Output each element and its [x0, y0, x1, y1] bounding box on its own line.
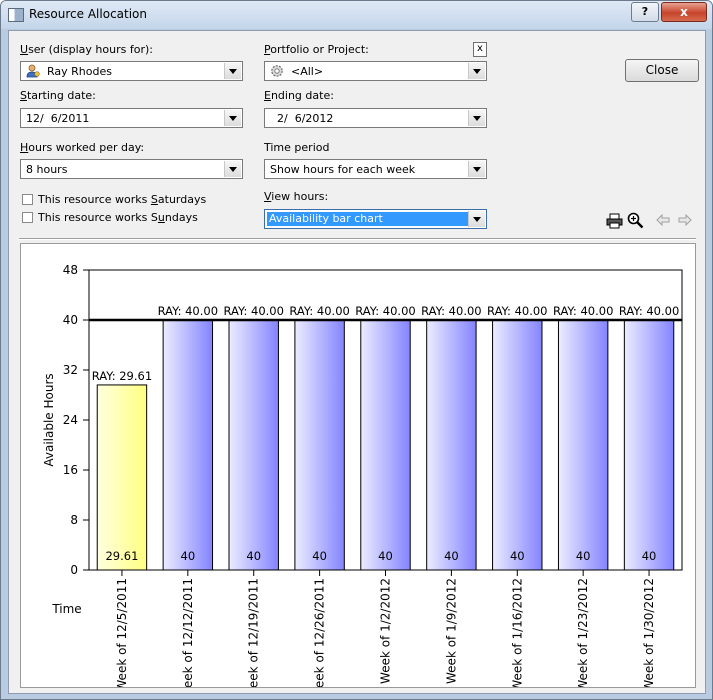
chevron-down-icon[interactable] [468, 211, 485, 227]
resource-allocation-window: Resource Allocation ? x User (display ho… [0, 0, 713, 700]
x-tick-label: Week of 12/19/2011 [247, 578, 261, 687]
y-tick-label: 24 [63, 413, 78, 427]
y-tick-label: 32 [63, 363, 78, 377]
bar [360, 319, 411, 571]
chevron-down-icon[interactable] [224, 63, 241, 79]
bar-value-label: 29.61 [105, 549, 138, 563]
hours-per-day-label: Hours worked per day: [20, 141, 145, 154]
separator [19, 238, 696, 240]
saturdays-label: This resource works Saturdays [38, 193, 207, 206]
view-hours-label: View hours: [264, 190, 329, 203]
chevron-down-icon[interactable] [468, 63, 485, 79]
bar-top-label: RAY: 40.00 [619, 304, 679, 318]
bar-value-label: 40 [444, 549, 459, 563]
y-tick-label: 8 [70, 513, 78, 527]
bar-top-label: RAY: 40.00 [421, 304, 481, 318]
bar-value-label: 40 [246, 549, 261, 563]
availability-chart-panel: 0 8 16 24 32 40 48 RAY: 29.61 29.61 Week of 12/5/… [20, 243, 696, 699]
bar-value-label: 40 [181, 549, 196, 563]
bar-value-label: 40 [642, 549, 657, 563]
bar-value-label: 40 [510, 549, 525, 563]
bar [623, 319, 675, 571]
window-close-button[interactable]: x [661, 2, 707, 22]
chevron-down-icon[interactable] [468, 110, 485, 126]
user-label: User (display hours for): [20, 43, 153, 56]
x-tick-label: Week of 1/16/2012 [510, 578, 524, 687]
x-tick-label: Week of 12/12/2011 [181, 578, 195, 687]
x-axis-title: Time [51, 602, 81, 616]
zoom-icon[interactable] [627, 212, 644, 233]
chevron-down-icon[interactable] [224, 110, 241, 126]
bar-top-label: RAY: 29.61 [92, 369, 152, 383]
x-tick-label: Week of 1/9/2012 [444, 578, 458, 684]
title-bar[interactable]: Resource Allocation ? x [1, 1, 712, 29]
bar [426, 319, 477, 571]
bar [492, 319, 543, 571]
help-button[interactable]: ? [631, 2, 659, 22]
sundays-label: This resource works Sundays [38, 211, 198, 224]
availability-bar-chart: 0 8 16 24 32 40 48 RAY: 29.61 29.61 Week of 12/5/… [42, 263, 683, 699]
view-hours-select[interactable]: Availability bar chart [264, 209, 487, 229]
bar [228, 319, 279, 571]
x-tick-label: Week of 12/5/2011 [115, 578, 129, 687]
y-tick-label: 48 [63, 263, 78, 277]
ending-date-picker[interactable]: 2/ 6/2012 [264, 108, 487, 128]
window-title: Resource Allocation [29, 7, 148, 21]
x-tick-label: Week of 1/2/2012 [379, 578, 393, 684]
close-button[interactable]: Close [625, 59, 699, 82]
portfolio-clear-button[interactable]: x [473, 42, 487, 57]
dialog-client-area: User (display hours for): Ray Rhodes Por… [8, 30, 706, 699]
bar-top-label: RAY: 40.00 [355, 304, 415, 318]
time-period-label: Time period [264, 141, 330, 154]
user-icon [26, 64, 40, 78]
bar-top-label: RAY: 40.00 [289, 304, 349, 318]
bar-top-label: RAY: 40.00 [158, 304, 218, 318]
starting-date-picker[interactable]: 12/ 6/2011 [20, 108, 243, 128]
bar-top-label: RAY: 40.00 [487, 304, 547, 318]
bar [294, 319, 345, 571]
portfolio-select[interactable]: <All> [264, 61, 487, 81]
sundays-checkbox[interactable] [22, 212, 33, 223]
ending-date-label: Ending date: [264, 89, 334, 102]
starting-date-label: Starting date: [20, 89, 96, 102]
hours-per-day-select[interactable]: 8 hours [20, 159, 243, 179]
y-tick-label: 0 [70, 563, 78, 577]
back-arrow-icon[interactable] [656, 213, 670, 230]
x-tick-label: Week of 1/30/2012 [642, 578, 656, 687]
bar [96, 384, 148, 571]
chevron-down-icon[interactable] [224, 161, 241, 177]
y-axis-title: Available Hours [42, 373, 56, 466]
user-select[interactable]: Ray Rhodes [20, 61, 243, 81]
time-period-select[interactable]: Show hours for each week [264, 159, 487, 179]
forward-arrow-icon[interactable] [678, 213, 692, 230]
bar [162, 319, 214, 571]
y-tick-label: 40 [63, 313, 78, 327]
window-icon [8, 8, 24, 22]
bar-top-label: RAY: 40.00 [223, 304, 283, 318]
bar-top-label: RAY: 40.00 [553, 304, 613, 318]
x-tick-label: Week of 12/26/2011 [313, 578, 327, 687]
bar-value-label: 40 [312, 549, 327, 563]
chevron-down-icon[interactable] [468, 161, 485, 177]
portfolio-gear-icon [270, 64, 284, 78]
bar [557, 319, 609, 571]
y-tick-label: 16 [63, 463, 78, 477]
bar-value-label: 40 [576, 549, 591, 563]
bar-value-label: 40 [378, 549, 393, 563]
saturdays-checkbox[interactable] [22, 194, 33, 205]
print-icon[interactable] [606, 213, 623, 233]
portfolio-label: Portfolio or Project: [264, 43, 369, 56]
x-tick-label: Week of 1/23/2012 [576, 578, 590, 687]
